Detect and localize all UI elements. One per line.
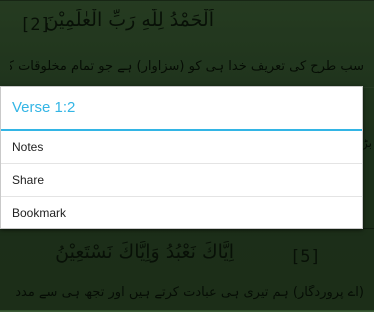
menu-item-notes[interactable]: Notes [1, 131, 362, 164]
menu-item-bookmark[interactable]: Bookmark [1, 197, 362, 229]
verse-context-dialog: Verse 1:2 Notes Share Bookmark [0, 86, 363, 229]
dialog-title: Verse 1:2 [1, 87, 362, 131]
menu-item-share[interactable]: Share [1, 164, 362, 197]
